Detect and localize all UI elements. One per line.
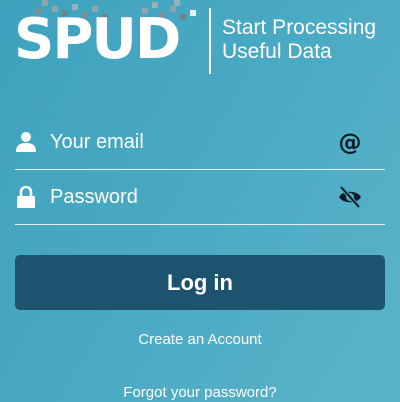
lock-icon bbox=[17, 186, 35, 208]
at-icon: @ bbox=[339, 130, 362, 155]
logo-wordmark: SPUD bbox=[14, 7, 181, 72]
login-button[interactable]: Log in bbox=[15, 255, 385, 310]
email-field: @ bbox=[15, 117, 385, 170]
forgot-password-link[interactable]: Forgot your password? bbox=[0, 384, 400, 401]
logo-divider bbox=[209, 8, 211, 74]
password-field bbox=[15, 172, 385, 225]
logo-tagline: Start Processing Useful Data bbox=[222, 16, 376, 64]
eye-slash-icon[interactable] bbox=[337, 184, 363, 210]
user-icon bbox=[16, 132, 36, 152]
password-input[interactable] bbox=[50, 180, 330, 214]
create-account-link[interactable]: Create an Account bbox=[0, 331, 400, 348]
svg-text:@: @ bbox=[339, 130, 362, 155]
tagline-line-1: Start Processing bbox=[222, 16, 377, 39]
tagline-line-2: Useful Data bbox=[222, 40, 332, 63]
email-input[interactable] bbox=[50, 125, 330, 159]
spud-logo: SPUD Start Processing Useful Data bbox=[14, 0, 394, 78]
